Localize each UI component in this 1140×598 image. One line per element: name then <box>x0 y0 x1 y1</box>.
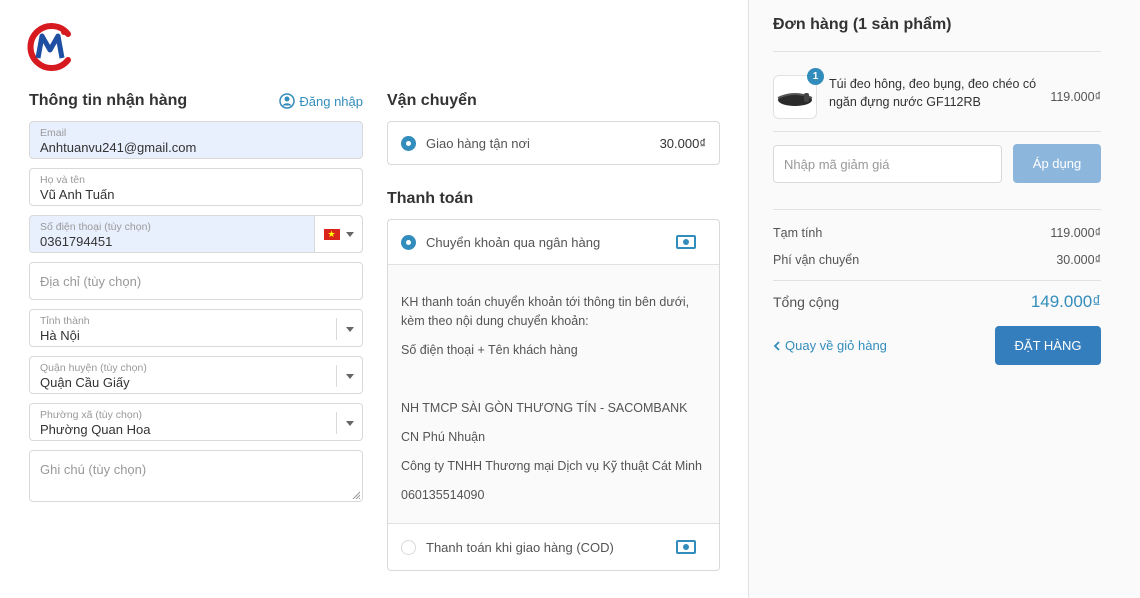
product-name: Túi đeo hông, đeo bụng, đeo chéo có ngăn… <box>829 77 1037 109</box>
bank-transfer-details: KH thanh toán chuyển khoản tới thông tin… <box>388 264 719 524</box>
phone-field[interactable]: Số điện thoại (tùy chọn) 0361794451 ★ <box>29 215 363 253</box>
ward-dropdown-toggle[interactable] <box>336 412 362 434</box>
ward-label: Phường xã (tùy chọn) <box>40 409 143 421</box>
shipping-payment-section: Vận chuyển Giao hàng tận nơi 30.000₫ Tha… <box>387 88 720 571</box>
subtotal-label: Tạm tính <box>773 226 823 240</box>
email-field[interactable]: Email Anhtuanvu241@gmail.com <box>29 121 363 159</box>
chevron-down-icon <box>345 373 354 379</box>
province-value: Hà Nội <box>40 328 80 343</box>
name-field[interactable]: Họ và tên Vũ Anh Tuấn <box>29 168 363 206</box>
shipping-methods: Giao hàng tận nơi 30.000₫ <box>387 121 720 165</box>
store-logo[interactable] <box>24 20 76 72</box>
province-label: Tỉnh thành <box>40 315 90 327</box>
province-dropdown-toggle[interactable] <box>336 318 362 340</box>
discount-code-input[interactable]: Nhập mã giảm giá <box>773 145 1002 183</box>
order-summary-panel: Đơn hàng (1 sản phẩm) 1 Túi đeo hông, đe… <box>748 0 1140 598</box>
shipping-option-price: 30.000₫ <box>659 135 706 151</box>
phone-label: Số điện thoại (tùy chọn) <box>40 221 151 233</box>
payment-option-bank-transfer[interactable]: Chuyển khoản qua ngân hàng <box>388 220 719 264</box>
checkout-form-panel: Thông tin nhận hàng Đăng nhập Email Anht… <box>0 0 748 598</box>
chevron-left-icon <box>773 340 780 351</box>
resize-handle-icon[interactable] <box>352 491 360 499</box>
divider <box>773 280 1101 281</box>
bank-account-number: 060135514090 <box>401 488 485 502</box>
district-label: Quận huyện (tùy chọn) <box>40 362 147 374</box>
shipping-info-section: Thông tin nhận hàng Đăng nhập Email Anht… <box>29 88 363 511</box>
product-price: 119.000₫ <box>1050 90 1101 104</box>
ward-select[interactable]: Phường xã (tùy chọn) Phường Quan Hoa <box>29 403 363 441</box>
discount-placeholder: Nhập mã giảm giá <box>784 156 890 172</box>
order-product-item: 1 Túi đeo hông, đeo bụng, đeo chéo có ng… <box>773 68 1101 119</box>
email-value: Anhtuanvu241@gmail.com <box>40 140 197 155</box>
divider <box>773 51 1101 52</box>
divider <box>773 209 1101 210</box>
address-field[interactable]: Địa chỉ (tùy chọn) <box>29 262 363 300</box>
email-label: Email <box>40 127 67 139</box>
back-to-cart-label: Quay về giỏ hàng <box>785 338 887 353</box>
total-label: Tổng cộng <box>773 294 840 310</box>
order-title: Đơn hàng (1 sản phẩm) <box>773 16 952 33</box>
shipping-fee-label: Phí vận chuyển <box>773 253 860 267</box>
money-icon <box>676 540 696 554</box>
radio-selected[interactable] <box>401 234 416 250</box>
district-dropdown-toggle[interactable] <box>336 365 362 387</box>
quantity-badge: 1 <box>807 68 824 85</box>
login-link[interactable]: Đăng nhập <box>279 93 363 109</box>
ward-value: Phường Quan Hoa <box>40 422 151 437</box>
subtotal-value: 119.000₫ <box>1050 226 1101 240</box>
note-placeholder: Ghi chú (tùy chọn) <box>40 462 147 477</box>
shipping-info-title: Thông tin nhận hàng <box>29 92 188 109</box>
chevron-down-icon <box>345 420 354 426</box>
address-placeholder: Địa chỉ (tùy chọn) <box>40 274 142 289</box>
shipping-fee-value: 30.000₫ <box>1056 253 1101 267</box>
chevron-down-icon <box>345 326 354 332</box>
district-select[interactable]: Quận huyện (tùy chọn) Quận Cầu Giấy <box>29 356 363 394</box>
money-icon <box>676 235 696 249</box>
shipping-option-label: Giao hàng tận nơi <box>426 135 530 151</box>
bank-transfer-content: Số điện thoại + Tên khách hàng <box>401 343 578 357</box>
subtotal-row: Tạm tính 119.000₫ <box>773 226 1101 240</box>
apply-discount-button[interactable]: Áp dụng <box>1013 144 1101 183</box>
note-textarea[interactable]: Ghi chú (tùy chọn) <box>29 450 363 502</box>
name-label: Họ và tên <box>40 174 85 186</box>
login-label: Đăng nhập <box>299 93 363 109</box>
phone-value: 0361794451 <box>40 234 113 249</box>
place-order-button[interactable]: ĐẶT HÀNG <box>995 326 1101 365</box>
product-thumbnail: 1 <box>773 68 824 119</box>
shipping-option-home-delivery[interactable]: Giao hàng tận nơi 30.000₫ <box>388 122 719 164</box>
shipping-fee-row: Phí vận chuyển 30.000₫ <box>773 253 1101 267</box>
user-circle-icon <box>279 93 296 109</box>
province-select[interactable]: Tỉnh thành Hà Nội <box>29 309 363 347</box>
payment-title: Thanh toán <box>387 190 474 207</box>
radio-selected[interactable] <box>401 135 416 151</box>
bank-branch: CN Phú Nhuận <box>401 430 486 444</box>
payment-option-cod[interactable]: Thanh toán khi giao hàng (COD) <box>388 524 719 570</box>
shipping-title: Vận chuyển <box>387 92 477 109</box>
total-row: Tổng cộng 149.000₫ <box>773 292 1101 312</box>
cod-label: Thanh toán khi giao hàng (COD) <box>426 539 614 555</box>
chevron-down-icon <box>345 231 354 237</box>
divider <box>773 131 1101 132</box>
back-to-cart-link[interactable]: Quay về giỏ hàng <box>773 338 887 353</box>
bank-instructions: KH thanh toán chuyển khoản tới thông tin… <box>401 295 690 328</box>
radio-unselected[interactable] <box>401 539 416 555</box>
total-value: 149.000₫ <box>1030 292 1101 311</box>
vietnam-flag-icon: ★ <box>323 228 340 240</box>
bank-name: NH TMCP SÀI GÒN THƯƠNG TÍN - SACOMBANK <box>401 401 688 415</box>
country-code-select[interactable]: ★ <box>314 216 362 252</box>
bank-company: Công ty TNHH Thương mại Dịch vụ Kỹ thuật… <box>401 459 702 473</box>
district-value: Quận Cầu Giấy <box>40 375 130 390</box>
bank-transfer-label: Chuyển khoản qua ngân hàng <box>426 234 601 250</box>
name-value: Vũ Anh Tuấn <box>40 187 115 202</box>
payment-methods: Chuyển khoản qua ngân hàng KH thanh toán… <box>387 219 720 571</box>
